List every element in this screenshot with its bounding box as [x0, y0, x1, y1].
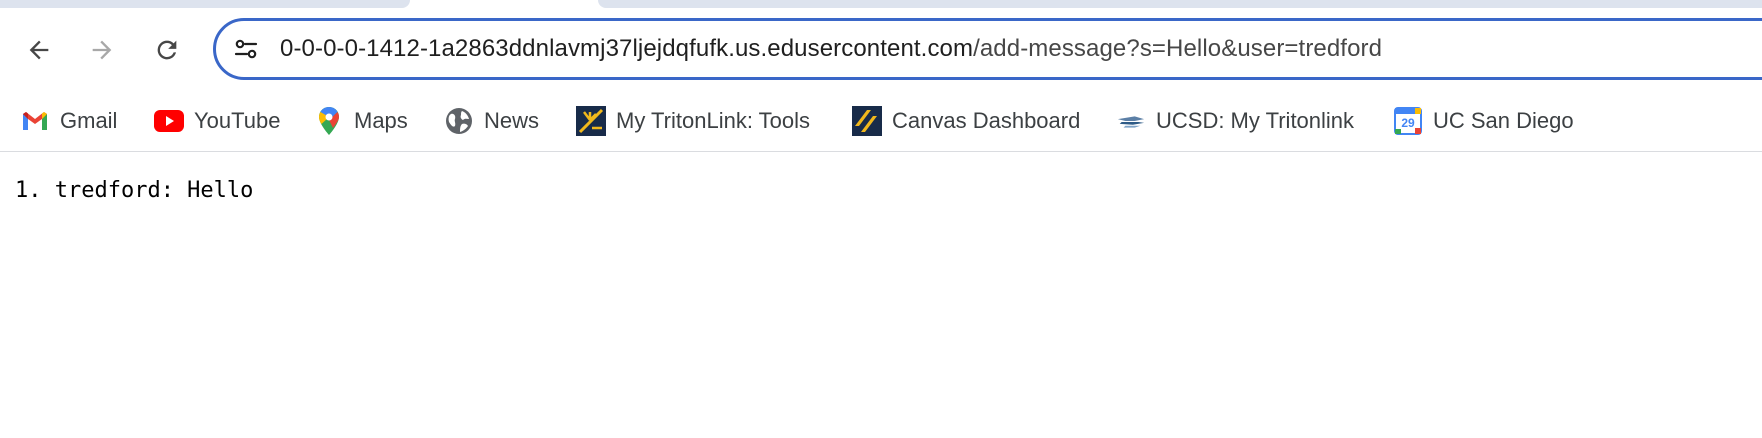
maps-icon — [314, 106, 344, 136]
gmail-icon — [20, 106, 50, 136]
bookmark-maps[interactable]: Maps — [314, 105, 408, 137]
forward-arrow-icon — [92, 40, 112, 60]
bookmark-uc-san-diego[interactable]: 29 UC San Diego — [1393, 105, 1574, 137]
url-path: /add-message?s=Hello&user=tredford — [973, 35, 1383, 62]
bookmark-canvas-dashboard[interactable]: Canvas Dashboard — [852, 105, 1080, 137]
tune-icon — [234, 39, 258, 59]
message-item: 1. tredford: Hello — [15, 178, 254, 203]
bookmark-tritonlink-tools[interactable]: My TritonLink: Tools — [576, 105, 810, 137]
page-content: 1. tredford: Hello — [0, 153, 1762, 438]
calendar-icon: 29 — [1393, 106, 1423, 136]
browser-toolbar: 0-0-0-0-1412-1a2863ddnlavmj37ljejdqfufk.… — [0, 8, 1762, 92]
bookmark-label: YouTube — [194, 108, 281, 133]
ucsd-icon — [1116, 106, 1146, 136]
bookmark-gmail[interactable]: Gmail — [20, 105, 117, 137]
bookmark-label: Maps — [354, 108, 408, 133]
reload-icon — [157, 40, 177, 60]
bookmark-label: Canvas Dashboard — [892, 108, 1081, 133]
inactive-tab-right[interactable] — [598, 0, 1762, 8]
bookmark-news[interactable]: News — [444, 105, 539, 137]
bookmark-label: My TritonLink: Tools — [616, 108, 811, 133]
reload-button[interactable] — [143, 26, 191, 74]
bookmark-label: UCSD: My Tritonlink — [1156, 108, 1355, 133]
bookmark-youtube[interactable]: YouTube — [154, 105, 280, 137]
bookmarks-bar: Gmail YouTube Maps News My TritonLink: T… — [0, 92, 1762, 152]
bookmark-label: Gmail — [60, 108, 118, 133]
news-globe-icon — [444, 106, 474, 136]
url-host: 0-0-0-0-1412-1a2863ddnlavmj37ljejdqfufk.… — [280, 35, 974, 62]
calendar-day: 29 — [1401, 116, 1415, 130]
canvas-icon — [852, 106, 882, 136]
inactive-tab-left[interactable] — [0, 0, 410, 8]
bookmark-label: UC San Diego — [1433, 108, 1574, 133]
youtube-icon — [154, 106, 184, 136]
forward-button[interactable] — [78, 26, 126, 74]
site-info-button[interactable] — [230, 33, 262, 65]
address-bar[interactable]: 0-0-0-0-1412-1a2863ddnlavmj37ljejdqfufk.… — [213, 18, 1762, 80]
url-text[interactable]: 0-0-0-0-1412-1a2863ddnlavmj37ljejdqfufk.… — [280, 35, 1382, 63]
back-button[interactable] — [15, 26, 63, 74]
tab-strip — [0, 0, 1762, 8]
tritonlink-icon — [576, 106, 606, 136]
back-arrow-icon — [29, 40, 49, 60]
bookmark-label: News — [484, 108, 540, 133]
bookmark-ucsd-tritonlink[interactable]: UCSD: My Tritonlink — [1116, 105, 1354, 137]
